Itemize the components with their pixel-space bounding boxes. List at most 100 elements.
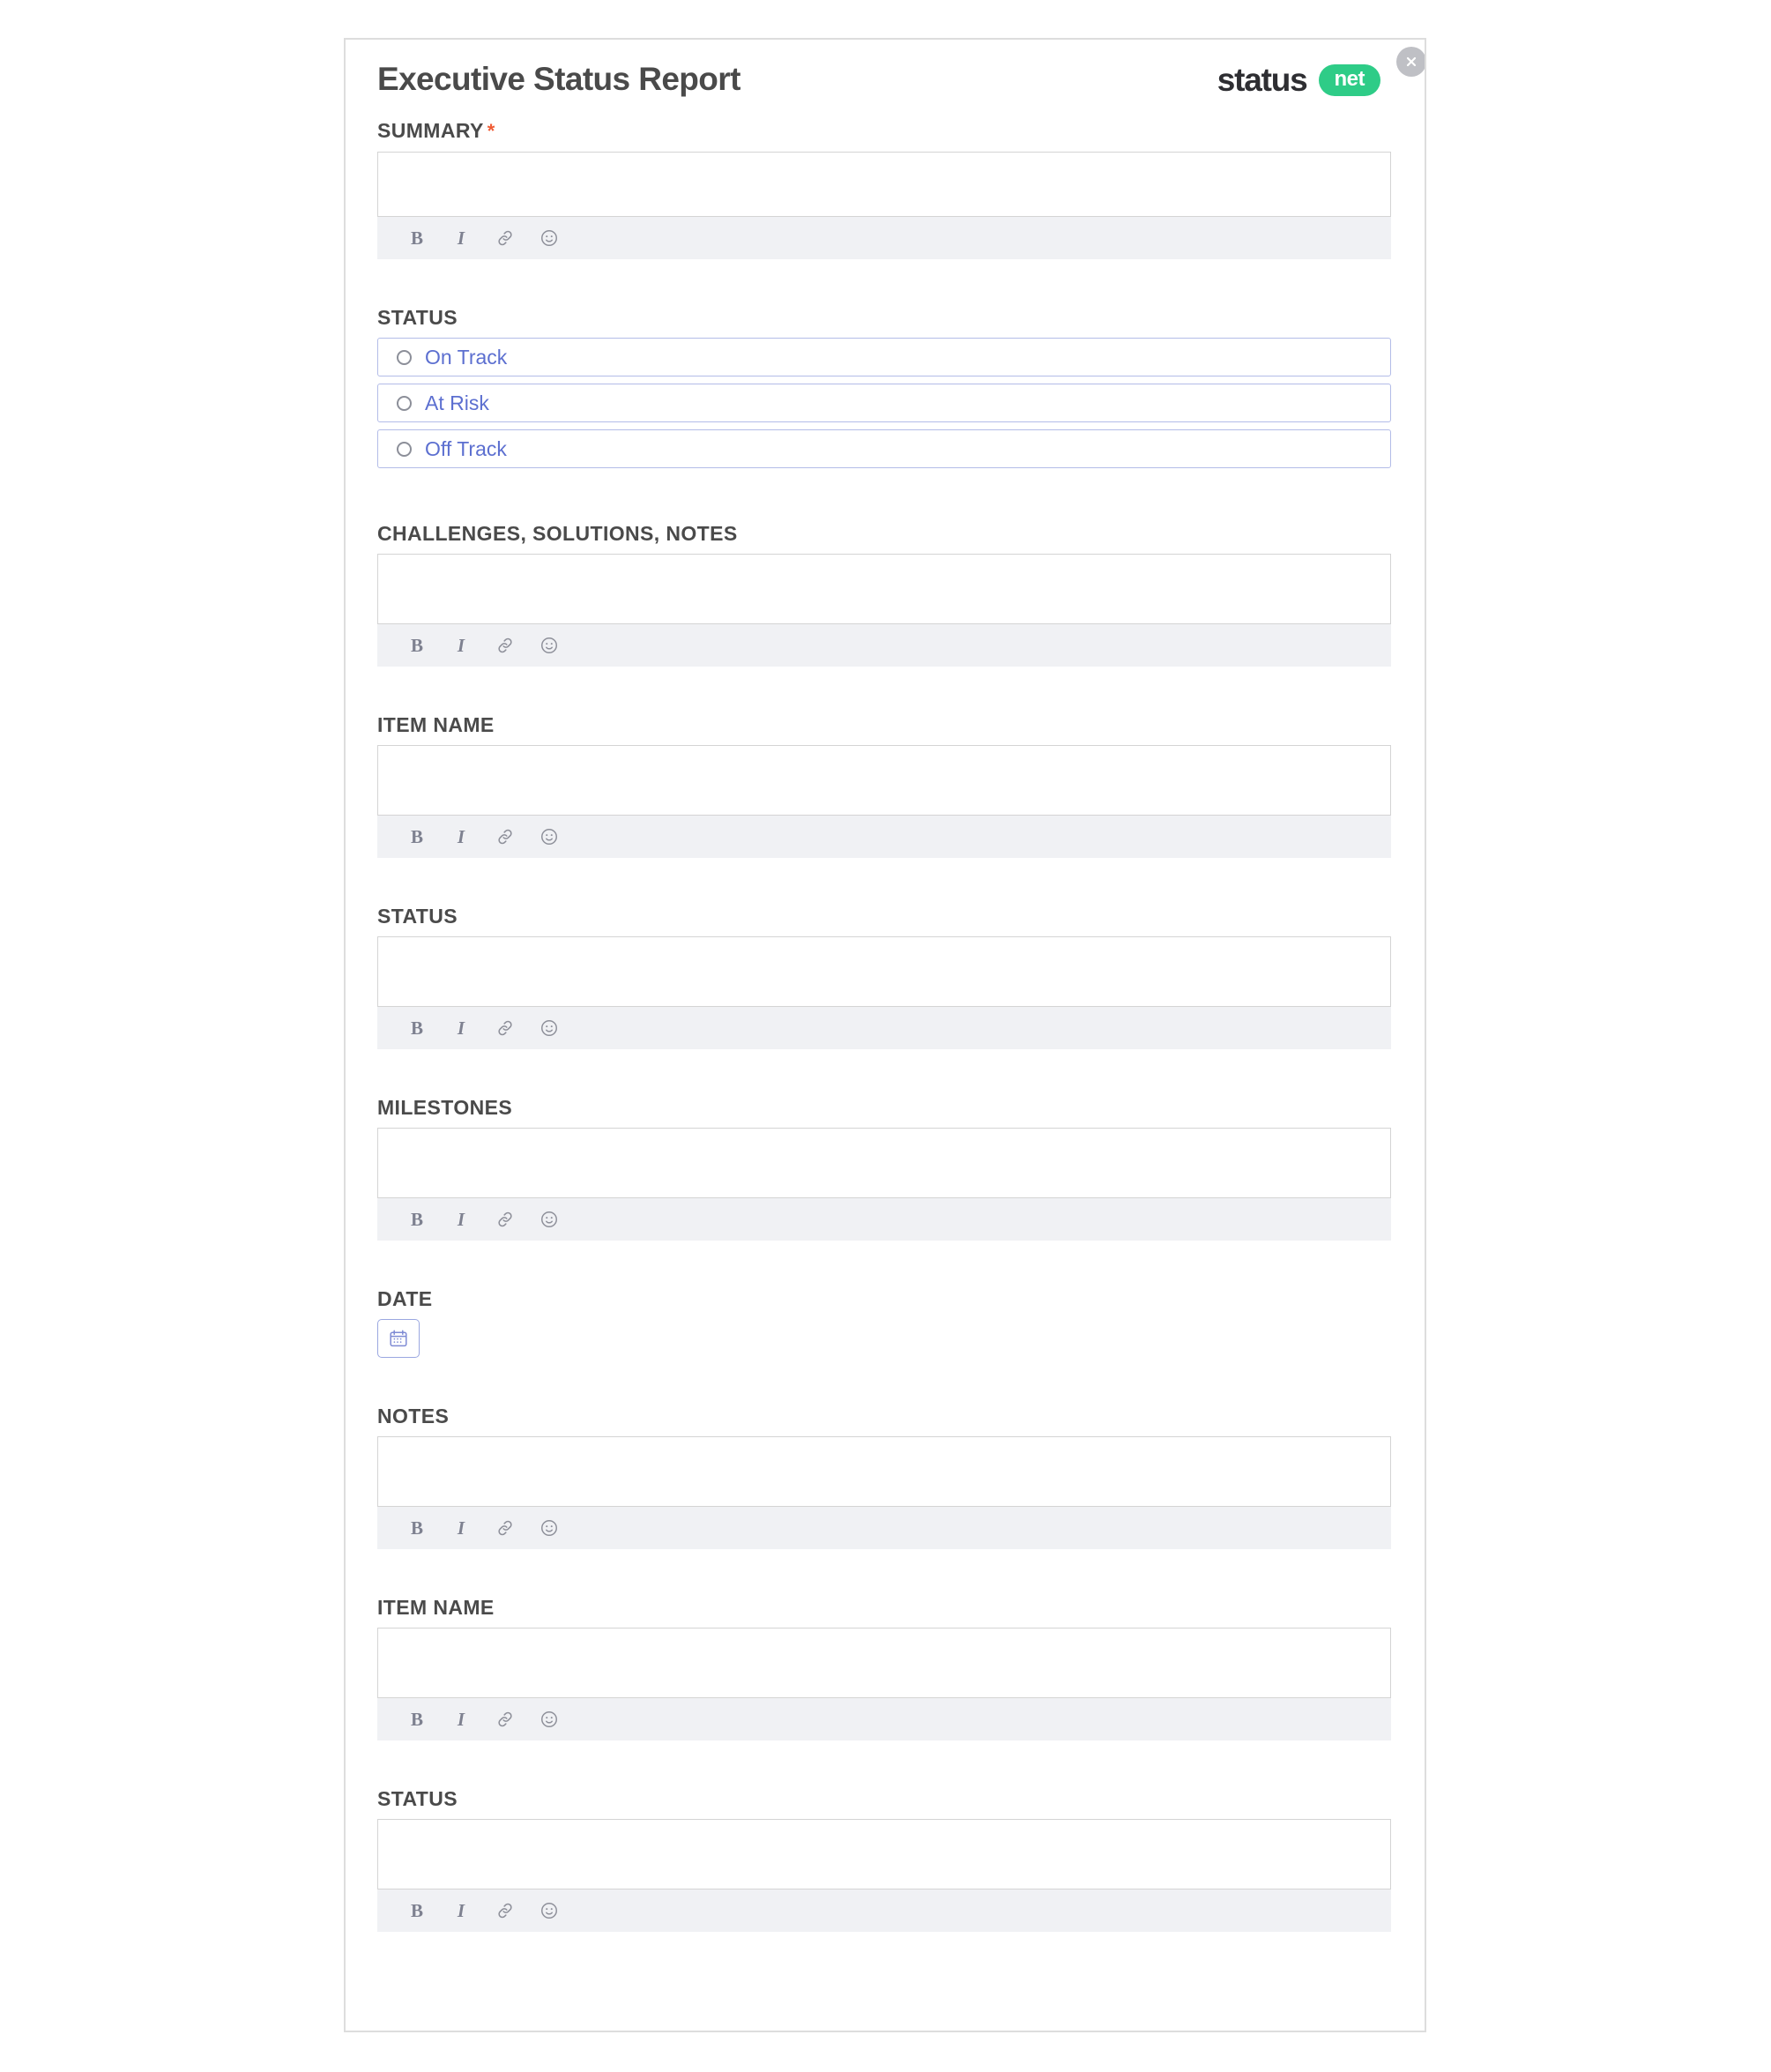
italic-icon[interactable]: I [450, 1017, 472, 1039]
italic-icon[interactable]: I [450, 826, 472, 847]
radio-label-at-risk: At Risk [425, 391, 489, 414]
italic-icon[interactable]: I [450, 227, 472, 249]
field-label-status-1: STATUS [377, 905, 458, 928]
form-header: Executive Status Report status net [377, 47, 1425, 118]
emoji-icon[interactable] [539, 1209, 560, 1230]
field-label-milestones: MILESTONES [377, 1096, 513, 1119]
bold-icon[interactable]: B [406, 1017, 428, 1039]
page-title: Executive Status Report [377, 61, 740, 97]
editor-toolbar-milestones: B I [377, 1198, 1391, 1241]
date-picker-button[interactable] [377, 1319, 420, 1358]
italic-icon[interactable]: I [450, 1900, 472, 1921]
field-status-radio: STATUS On Track At Risk Off Track [377, 305, 1391, 468]
status-2-input[interactable] [377, 1819, 1391, 1889]
statusnet-logo: status net [1217, 47, 1425, 98]
link-icon[interactable] [495, 826, 516, 847]
link-icon[interactable] [495, 1517, 516, 1539]
radio-option-at-risk[interactable]: At Risk [377, 384, 1391, 422]
italic-icon[interactable]: I [450, 1517, 472, 1539]
emoji-icon[interactable] [539, 1709, 560, 1730]
field-label-summary-text: SUMMARY [377, 119, 484, 142]
richtext-editor-challenges: B I [377, 554, 1391, 667]
richtext-editor-notes: B I [377, 1436, 1391, 1549]
italic-icon[interactable]: I [450, 635, 472, 656]
radio-label-on-track: On Track [425, 346, 508, 369]
richtext-editor-item-name-2: B I [377, 1628, 1391, 1740]
status-report-form-card: Executive Status Report status net SUMMA… [344, 38, 1426, 2032]
bold-icon[interactable]: B [406, 1209, 428, 1230]
emoji-icon[interactable] [539, 635, 560, 656]
bold-icon[interactable]: B [406, 1709, 428, 1730]
radio-circle-icon [397, 395, 412, 411]
link-icon[interactable] [495, 227, 516, 249]
richtext-editor-status-2: B I [377, 1819, 1391, 1932]
field-label-date: DATE [377, 1287, 433, 1310]
editor-toolbar-challenges: B I [377, 624, 1391, 667]
bold-icon[interactable]: B [406, 227, 428, 249]
emoji-icon[interactable] [539, 826, 560, 847]
form-fields: SUMMARY * B I STATUS On Track At Risk Of… [377, 118, 1391, 1932]
emoji-icon[interactable] [539, 1900, 560, 1921]
field-label-status-2: STATUS [377, 1787, 458, 1810]
emoji-icon[interactable] [539, 1517, 560, 1539]
challenges-input[interactable] [377, 554, 1391, 624]
richtext-editor-status-1: B I [377, 936, 1391, 1049]
editor-toolbar-notes: B I [377, 1507, 1391, 1549]
link-icon[interactable] [495, 635, 516, 656]
link-icon[interactable] [495, 1900, 516, 1921]
field-notes: NOTES B I [377, 1404, 1391, 1549]
status-1-input[interactable] [377, 936, 1391, 1007]
field-milestones: MILESTONES B I [377, 1095, 1391, 1241]
milestones-input[interactable] [377, 1128, 1391, 1198]
brand-wordmark: status [1217, 62, 1308, 98]
close-icon[interactable] [1396, 47, 1425, 77]
emoji-icon[interactable] [539, 227, 560, 249]
field-item-name-2: ITEM NAME B I [377, 1595, 1391, 1740]
link-icon[interactable] [495, 1209, 516, 1230]
form-card-inner: Executive Status Report status net SUMMA… [346, 47, 1425, 2031]
brand-pill-net: net [1318, 64, 1380, 96]
status-radio-group: On Track At Risk Off Track [377, 338, 1391, 468]
emoji-icon[interactable] [539, 1017, 560, 1039]
field-challenges: CHALLENGES, SOLUTIONS, NOTES B I [377, 521, 1391, 667]
field-label-challenges: CHALLENGES, SOLUTIONS, NOTES [377, 522, 738, 545]
richtext-editor-summary: B I [377, 152, 1391, 259]
radio-option-on-track[interactable]: On Track [377, 338, 1391, 376]
radio-circle-icon [397, 441, 412, 457]
radio-circle-icon [397, 349, 412, 365]
italic-icon[interactable]: I [450, 1709, 472, 1730]
bold-icon[interactable]: B [406, 635, 428, 656]
item-name-1-input[interactable] [377, 745, 1391, 816]
notes-input[interactable] [377, 1436, 1391, 1507]
required-asterisk: * [487, 120, 495, 142]
item-name-2-input[interactable] [377, 1628, 1391, 1698]
field-label-item-name-2: ITEM NAME [377, 1596, 495, 1619]
editor-toolbar-summary: B I [377, 217, 1391, 259]
bold-icon[interactable]: B [406, 826, 428, 847]
field-label-status-radio: STATUS [377, 306, 458, 329]
field-label-summary: SUMMARY * [377, 118, 1391, 144]
field-label-item-name-1: ITEM NAME [377, 713, 495, 736]
calendar-icon [388, 1328, 409, 1349]
field-item-name-1: ITEM NAME B I [377, 712, 1391, 858]
bold-icon[interactable]: B [406, 1900, 428, 1921]
radio-label-off-track: Off Track [425, 437, 507, 460]
bold-icon[interactable]: B [406, 1517, 428, 1539]
field-status-1: STATUS B I [377, 904, 1391, 1049]
italic-icon[interactable]: I [450, 1209, 472, 1230]
link-icon[interactable] [495, 1017, 516, 1039]
radio-option-off-track[interactable]: Off Track [377, 429, 1391, 468]
summary-input[interactable] [377, 152, 1391, 217]
editor-toolbar-status-1: B I [377, 1007, 1391, 1049]
link-icon[interactable] [495, 1709, 516, 1730]
richtext-editor-item-name-1: B I [377, 745, 1391, 858]
